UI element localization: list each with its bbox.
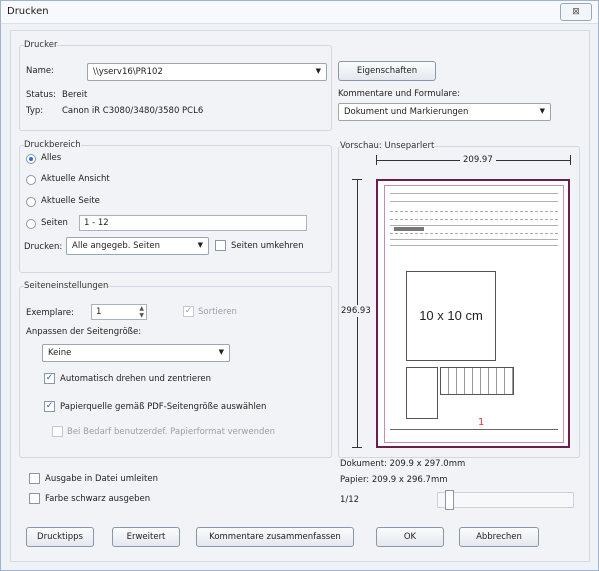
page-table [440, 367, 514, 395]
radio-all-label: Alles [41, 153, 62, 163]
print-subset-select[interactable]: Alle angegeb. Seiten ▼ [66, 237, 209, 255]
ok-button[interactable]: OK [376, 527, 444, 547]
document-size: Dokument: 209.9 x 297.0mm [340, 459, 466, 469]
dimension-tick [352, 447, 362, 448]
radio-all[interactable] [26, 154, 36, 164]
collate-label: Sortieren [198, 307, 237, 317]
radio-current-page[interactable] [26, 197, 36, 207]
width-dimension: 209.97 [460, 155, 496, 165]
comments-select[interactable]: Dokument und Markierungen ▼ [338, 103, 551, 121]
radio-current-view[interactable] [26, 175, 36, 185]
title-bar: Drucken ⊠ [1, 1, 598, 24]
page-rule [390, 429, 558, 430]
print-to-file-label: Ausgabe in Datei umleiten [45, 474, 158, 484]
page-preview: 10 x 10 cm 1 [376, 179, 570, 448]
fit-select[interactable]: Keine ▼ [42, 344, 230, 362]
cancel-button[interactable]: Abbrechen [459, 527, 539, 547]
fit-value: Keine [48, 348, 72, 358]
printer-name-label: Name: [26, 66, 54, 76]
pages-value: 1 - 12 [84, 218, 109, 228]
page-rule [390, 225, 558, 226]
page-slider[interactable] [437, 490, 574, 510]
height-dimension: 296.93 [341, 305, 371, 317]
print-subset-label: Drucken: [24, 242, 63, 252]
chevron-down-icon: ▼ [218, 348, 224, 356]
page-rule [390, 219, 558, 220]
preview-label: Vorschau: Unseparlert [340, 141, 435, 151]
radio-pages-label: Seiten [41, 218, 68, 228]
print-tips-button[interactable]: Drucktipps [26, 527, 94, 547]
page-rule [390, 211, 558, 212]
status-label: Status: [26, 90, 56, 100]
chevron-down-icon: ▼ [197, 241, 203, 249]
page-rule [390, 193, 558, 194]
comments-label: Kommentare und Formulare: [338, 89, 460, 99]
printer-name-select[interactable]: \\yserv16\PR102 ▼ [87, 63, 327, 81]
fit-label: Anpassen der Seitengröße: [26, 327, 142, 337]
radio-current-view-label: Aktuelle Ansicht [41, 174, 110, 184]
print-black-checkbox[interactable] [29, 493, 40, 504]
paper-size: Papier: 209.9 x 296.7mm [340, 475, 448, 485]
print-black-label: Farbe schwarz ausgeben [45, 494, 151, 504]
reverse-pages-label: Seiten umkehren [231, 241, 304, 251]
print-to-file-checkbox[interactable] [29, 473, 40, 484]
page-rule [390, 239, 558, 240]
type-label: Typ: [26, 106, 44, 116]
page-text-block [394, 227, 424, 231]
status-value: Bereit [62, 90, 88, 100]
window-title: Drucken [7, 6, 49, 17]
stepper-arrows-icon[interactable]: ▲ ▼ [139, 305, 144, 319]
paper-source-label: Papierquelle gemäß PDF-Seitengröße auswä… [60, 402, 267, 412]
chevron-down-icon: ▼ [539, 107, 545, 115]
type-value: Canon iR C3080/3480/3580 PCL6 [62, 106, 204, 116]
comments-value: Dokument und Markierungen [344, 107, 469, 117]
auto-rotate-label: Automatisch drehen und zentrieren [60, 374, 212, 384]
print-subset-value: Alle angegeb. Seiten [72, 241, 161, 251]
auto-rotate-checkbox[interactable]: ✓ [44, 373, 55, 384]
page-number-mark: 1 [478, 417, 485, 428]
copies-value: 1 [96, 307, 102, 317]
dimension-tick [570, 155, 571, 165]
printer-group [19, 45, 332, 131]
page-rule [390, 245, 558, 246]
collate-checkbox[interactable]: ✓ [183, 306, 194, 317]
reverse-pages-checkbox[interactable] [215, 240, 226, 251]
paper-source-checkbox[interactable]: ✓ [44, 401, 55, 412]
properties-button[interactable]: Eigenschaften [338, 61, 436, 81]
radio-pages[interactable] [26, 219, 36, 229]
close-button[interactable]: ⊠ [560, 3, 592, 21]
printer-group-label: Drucker [24, 40, 58, 50]
copies-stepper[interactable]: 1 ▲ ▼ [91, 304, 147, 320]
pages-input[interactable]: 1 - 12 [79, 215, 307, 231]
page-slider-thumb[interactable] [445, 490, 454, 510]
advanced-button[interactable]: Erweitert [112, 527, 180, 547]
box-label: 10 x 10 cm [406, 271, 496, 361]
copies-label: Exemplare: [26, 308, 75, 318]
summarize-comments-button[interactable]: Kommentare zusammenfassen [196, 527, 354, 547]
page-counter: 1/12 [340, 495, 360, 505]
print-range-label: Druckbereich [24, 140, 81, 150]
custom-paper-label: Bei Bedarf benutzerdef. Papierformat ver… [67, 427, 275, 437]
page-table-block [406, 367, 438, 419]
chevron-down-icon: ▼ [315, 67, 321, 75]
page-rule [390, 233, 558, 234]
page-settings-label: Seiteneinstellungen [24, 281, 109, 291]
printer-name-value: \\yserv16\PR102 [93, 67, 163, 77]
custom-paper-checkbox[interactable] [52, 426, 63, 437]
page-rule [390, 201, 558, 202]
radio-current-page-label: Aktuelle Seite [41, 196, 100, 206]
